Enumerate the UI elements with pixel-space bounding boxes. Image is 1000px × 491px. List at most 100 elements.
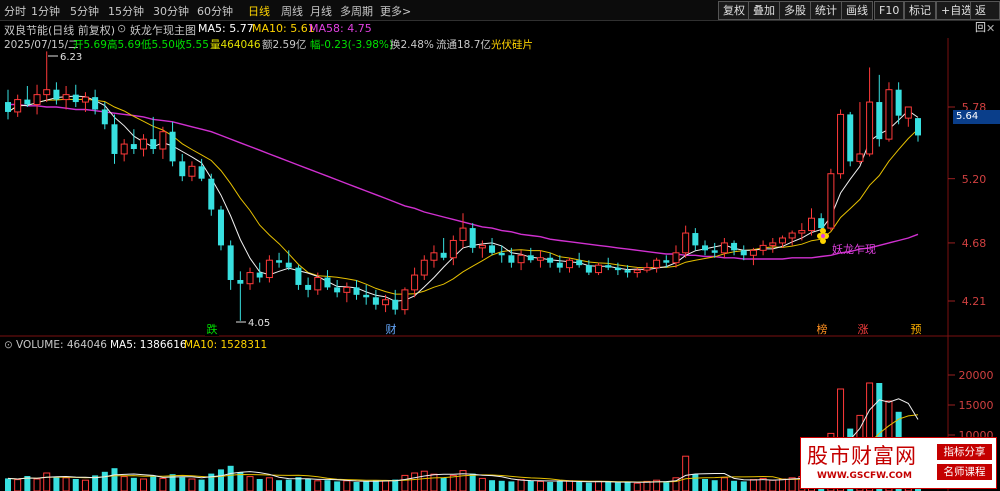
watermark-tag: 名师课程 — [937, 464, 992, 480]
candle-body — [159, 131, 167, 150]
candle-body — [847, 114, 854, 162]
volume-bar — [14, 479, 22, 491]
candle-body — [904, 106, 912, 119]
watermark-title: 股市财富网 — [807, 444, 917, 468]
candle-body — [276, 260, 283, 263]
volume-bar — [246, 476, 254, 491]
candle-body — [217, 209, 224, 246]
candle-body — [363, 294, 370, 298]
volume-bar — [198, 479, 205, 491]
candle-body — [420, 259, 428, 276]
volume-bar — [343, 480, 351, 491]
candle-body — [401, 289, 409, 311]
candle-body — [14, 99, 22, 113]
candle-body — [24, 99, 31, 105]
candle-body — [818, 218, 825, 229]
candle-body — [469, 228, 476, 248]
candle-body — [885, 89, 893, 140]
volume-collapse-icon[interactable]: ⊙ — [4, 339, 13, 351]
candle-body — [682, 232, 690, 254]
candle-body — [295, 267, 302, 285]
volume-bar — [489, 480, 496, 491]
candle-body — [111, 124, 118, 154]
volume-bar — [120, 476, 128, 491]
volume-bar — [759, 477, 767, 491]
candle-body — [653, 259, 661, 269]
candle-body — [150, 139, 157, 150]
volume-bar — [62, 477, 70, 491]
candle-body — [208, 178, 215, 210]
price-axis-label: 4.68 — [962, 237, 987, 250]
volume-bar — [179, 477, 186, 491]
candle-body — [788, 232, 796, 239]
candle-body — [595, 264, 603, 274]
candle-body — [827, 173, 835, 229]
candle-body — [720, 242, 728, 254]
volume-bar — [565, 480, 573, 491]
candle-body — [702, 245, 709, 251]
event-marker-forecast[interactable]: 预 — [911, 323, 922, 336]
volume-bar — [256, 479, 263, 491]
candle-body — [120, 143, 128, 155]
volume-bar — [159, 477, 167, 491]
event-marker-list[interactable]: 榜 — [817, 322, 828, 336]
candle-body — [692, 233, 699, 246]
candle-body — [440, 252, 447, 258]
candle-body — [585, 265, 592, 273]
price-axis-label: 5.20 — [962, 173, 987, 186]
volume-bar — [576, 482, 583, 491]
candle-body — [188, 165, 196, 177]
candle-body — [314, 277, 322, 291]
volume-bar — [411, 472, 419, 491]
volume-bar — [547, 482, 554, 491]
candle-body — [392, 299, 399, 310]
volume-bar — [682, 455, 690, 491]
candle-body — [489, 245, 496, 253]
event-marker-drop[interactable]: 跌 — [207, 322, 218, 336]
event-marker-finance[interactable]: 财 — [386, 322, 397, 336]
candle-body — [33, 94, 41, 106]
volume-bar — [372, 480, 379, 491]
event-marker-limit-up[interactable]: 涨 — [858, 323, 869, 336]
volume-bar — [643, 480, 651, 491]
volume-bar — [536, 480, 544, 491]
low-price-annotation: 4.05 — [248, 318, 270, 329]
candle-body — [517, 254, 525, 264]
candle-body — [198, 166, 205, 179]
kline-chart[interactable]: 5.78 5.20 4.68 4.21 20000 15000 10000 6.… — [0, 0, 1000, 491]
candle-body — [731, 242, 738, 251]
price-grid — [948, 106, 955, 302]
candle-body — [478, 244, 486, 249]
candle-body — [914, 118, 922, 136]
candle-body — [459, 227, 467, 241]
candle-body — [140, 138, 148, 150]
volume-bar — [508, 481, 515, 491]
volume-bar — [188, 478, 196, 491]
volume-bar — [237, 472, 244, 491]
candle-body — [672, 252, 680, 264]
candle-body — [382, 299, 390, 306]
volume-bar — [749, 479, 757, 491]
volume-grid — [948, 374, 955, 436]
candle-body — [876, 102, 883, 140]
volume-bar — [517, 479, 525, 491]
volume-bar — [33, 478, 41, 491]
volume-bar — [101, 471, 108, 491]
volume-bar — [334, 481, 341, 491]
candle-body — [527, 255, 534, 261]
candle-body — [856, 153, 864, 162]
volume-bar — [130, 477, 137, 491]
ma5-line — [7, 95, 919, 302]
candle-body — [643, 267, 651, 271]
candle-body — [663, 260, 670, 263]
volume-bar — [382, 480, 390, 491]
volume-bar — [276, 480, 283, 491]
volume-bar — [53, 476, 60, 491]
candle-body — [53, 89, 60, 100]
candle-body — [769, 242, 777, 246]
ma10-line — [7, 98, 919, 295]
candle-body — [237, 279, 244, 284]
candle-body — [130, 144, 137, 150]
volume-bar — [595, 480, 603, 491]
candle-body — [547, 257, 554, 263]
